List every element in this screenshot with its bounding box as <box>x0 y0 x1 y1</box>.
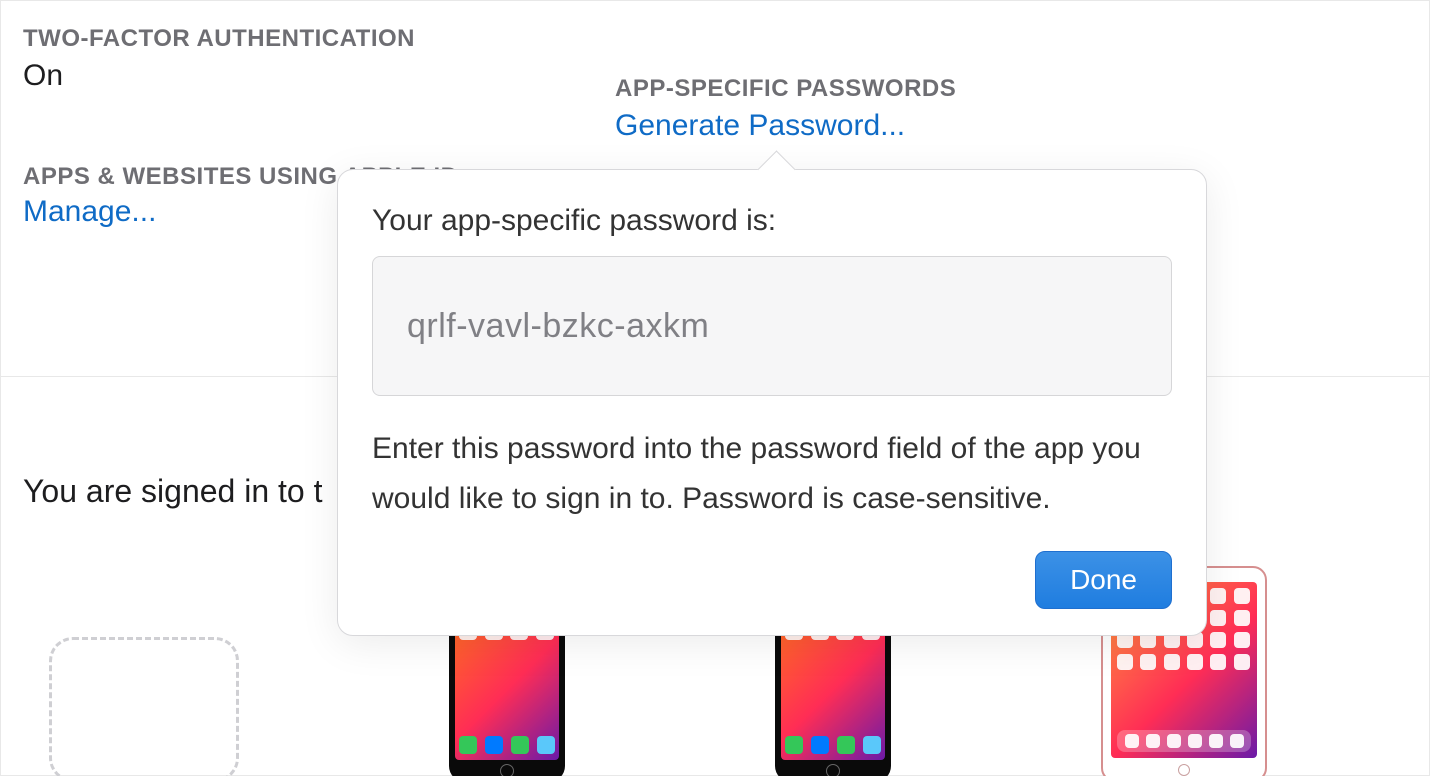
manage-link[interactable]: Manage... <box>23 195 156 228</box>
done-button[interactable]: Done <box>1035 551 1172 609</box>
popover-title: Your app-specific password is: <box>372 204 1172 238</box>
generate-password-link[interactable]: Generate Password... <box>615 109 905 142</box>
two-factor-heading: TWO-FACTOR AUTHENTICATION <box>23 25 459 53</box>
popover-actions: Done <box>372 551 1172 609</box>
device-placeholder[interactable] <box>49 637 239 776</box>
two-factor-block: TWO-FACTOR AUTHENTICATION On <box>23 25 459 93</box>
popover-instructions: Enter this password into the password fi… <box>372 424 1172 523</box>
account-security-page: TWO-FACTOR AUTHENTICATION On APPS & WEBS… <box>0 0 1430 776</box>
two-factor-status: On <box>23 59 459 93</box>
app-specific-passwords-block: APP-SPECIFIC PASSWORDS Generate Password… <box>615 75 956 143</box>
app-specific-passwords-heading: APP-SPECIFIC PASSWORDS <box>615 75 956 103</box>
generated-password-field[interactable]: qrlf-vavl-bzkc-axkm <box>372 256 1172 396</box>
app-specific-password-popover: Your app-specific password is: qrlf-vavl… <box>337 169 1207 636</box>
generated-password-value: qrlf-vavl-bzkc-axkm <box>407 307 709 346</box>
